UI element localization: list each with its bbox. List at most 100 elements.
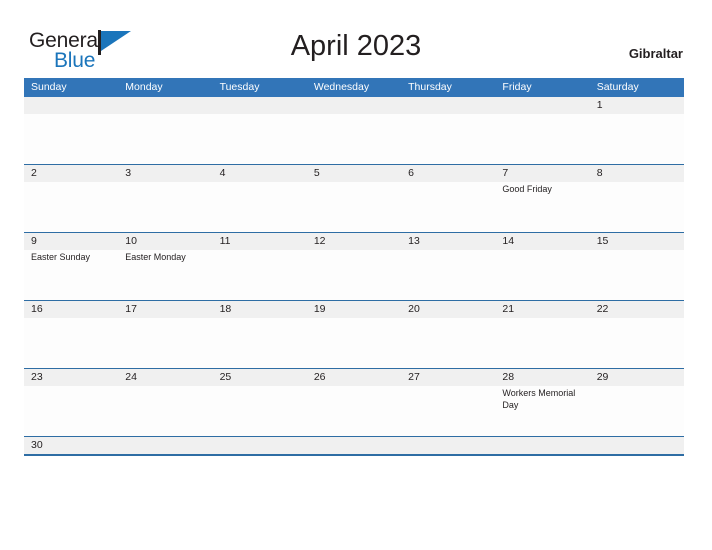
day-of-week-header-row: Sunday Monday Tuesday Wednesday Thursday… <box>24 78 684 97</box>
day-number[interactable]: 26 <box>307 369 401 386</box>
day-cell-empty <box>213 318 307 368</box>
day-number[interactable]: 30 <box>24 437 118 454</box>
day-number[interactable]: 7 <box>495 165 589 182</box>
day-cell-empty <box>213 182 307 232</box>
day-event-label: Easter Sunday <box>31 252 91 262</box>
page-header: General Blue April 2023 Gibraltar <box>0 0 712 78</box>
day-cell-empty <box>307 386 401 436</box>
day-number[interactable]: 22 <box>590 301 684 318</box>
dow-tuesday: Tuesday <box>219 81 260 93</box>
day-number[interactable]: 1 <box>590 97 684 114</box>
day-number-empty <box>590 437 684 454</box>
day-cell-empty <box>24 386 118 436</box>
day-number-empty <box>213 437 307 454</box>
day-cell-empty <box>24 114 118 164</box>
calendar-week-row: 1 <box>24 97 684 164</box>
day-number[interactable]: 19 <box>307 301 401 318</box>
dow-saturday: Saturday <box>596 81 639 93</box>
day-number[interactable]: 5 <box>307 165 401 182</box>
day-number-empty <box>495 97 589 114</box>
day-number[interactable]: 29 <box>590 369 684 386</box>
calendar-page: General Blue April 2023 Gibraltar Sunday… <box>0 0 712 550</box>
day-cell-empty <box>401 250 495 300</box>
day-number-empty <box>118 437 212 454</box>
calendar-week-row: 9 10 11 12 13 14 15 Easter Sunday Easter Monday <box>24 232 684 300</box>
day-number[interactable]: 28 <box>495 369 589 386</box>
day-cell-empty <box>24 318 118 368</box>
week-date-number-row: 30 <box>24 437 684 454</box>
day-number[interactable]: 9 <box>24 233 118 250</box>
day-number-empty <box>401 437 495 454</box>
day-number[interactable]: 11 <box>213 233 307 250</box>
calendar-week-row: 30 <box>24 436 684 454</box>
day-cell-empty <box>590 250 684 300</box>
page-title: April 2023 <box>290 30 422 62</box>
week-date-number-row: 2345678 <box>24 165 684 182</box>
day-cell-empty <box>495 318 589 368</box>
day-number[interactable]: 18 <box>213 301 307 318</box>
day-cell-empty <box>118 318 212 368</box>
day-number-empty <box>213 97 307 114</box>
day-number[interactable]: 4 <box>213 165 307 182</box>
day-number[interactable]: 25 <box>213 369 307 386</box>
day-number[interactable]: 6 <box>401 165 495 182</box>
calendar-week-row: 2 3 4 5 6 7 8 Good Friday <box>24 164 684 232</box>
day-cell-empty <box>118 386 212 436</box>
dow-thursday: Thursday <box>408 81 452 93</box>
day-cell-empty <box>118 114 212 164</box>
day-number[interactable]: 16 <box>24 301 118 318</box>
country-label: Gibraltar <box>628 46 683 61</box>
day-number[interactable]: 27 <box>401 369 495 386</box>
day-number-empty <box>307 437 401 454</box>
day-cell-empty <box>213 250 307 300</box>
day-cell-empty <box>401 386 495 436</box>
day-number-empty <box>401 97 495 114</box>
calendar-week-row: 16 17 18 19 20 21 22 <box>24 300 684 368</box>
day-number[interactable]: 13 <box>401 233 495 250</box>
dow-sunday: Sunday <box>31 81 67 93</box>
day-cell-empty <box>118 182 212 232</box>
week-date-number-row: 16 17 18 19 20 21 22 <box>24 301 684 318</box>
day-cell-empty <box>213 114 307 164</box>
day-number[interactable]: 20 <box>401 301 495 318</box>
day-number[interactable]: 3 <box>118 165 212 182</box>
calendar-weeks: 1 2 3 4 5 6 7 8 Good Friday 9 10 11 12 13 14 15 Easter S… <box>24 97 684 454</box>
week-event-row <box>24 318 684 368</box>
day-cell-empty <box>590 386 684 436</box>
day-cell-empty <box>24 182 118 232</box>
day-number[interactable]: 8 <box>590 165 684 182</box>
day-number[interactable]: 10 <box>118 233 212 250</box>
calendar-table: Sunday Monday Tuesday Wednesday Thursday… <box>24 78 684 456</box>
week-event-row: Good Friday <box>24 182 684 232</box>
day-event-label: Workers Memorial Day <box>502 388 576 410</box>
day-cell-empty <box>307 182 401 232</box>
day-cell-empty <box>307 318 401 368</box>
calendar-week-row: 23 24 25 26 27 28 29 Workers Memorial Day <box>24 368 684 436</box>
day-cell-empty <box>401 318 495 368</box>
day-number[interactable]: 21 <box>495 301 589 318</box>
week-date-number-row: 1 <box>24 97 684 114</box>
week-event-row: Workers Memorial Day <box>24 386 684 436</box>
day-number[interactable]: 12 <box>307 233 401 250</box>
day-cell-empty <box>401 114 495 164</box>
day-number[interactable]: 17 <box>118 301 212 318</box>
day-cell-empty <box>307 250 401 300</box>
dow-monday: Monday <box>125 81 163 93</box>
day-number[interactable]: 2 <box>24 165 118 182</box>
day-number-empty <box>118 97 212 114</box>
week-event-row: Easter Sunday Easter Monday <box>24 250 684 300</box>
day-cell-empty <box>590 318 684 368</box>
day-number[interactable]: 15 <box>590 233 684 250</box>
dow-friday: Friday <box>502 81 532 93</box>
day-cell-empty <box>495 250 589 300</box>
day-number-empty <box>495 437 589 454</box>
calendar-bottom-rule <box>24 454 684 456</box>
dow-wednesday: Wednesday <box>313 81 370 93</box>
week-event-row <box>24 114 684 164</box>
day-event-label: Easter Monday <box>125 252 186 262</box>
day-number[interactable]: 24 <box>118 369 212 386</box>
day-cell-empty <box>590 114 684 164</box>
day-cell-empty <box>213 386 307 436</box>
day-number[interactable]: 23 <box>24 369 118 386</box>
day-number[interactable]: 14 <box>495 233 589 250</box>
